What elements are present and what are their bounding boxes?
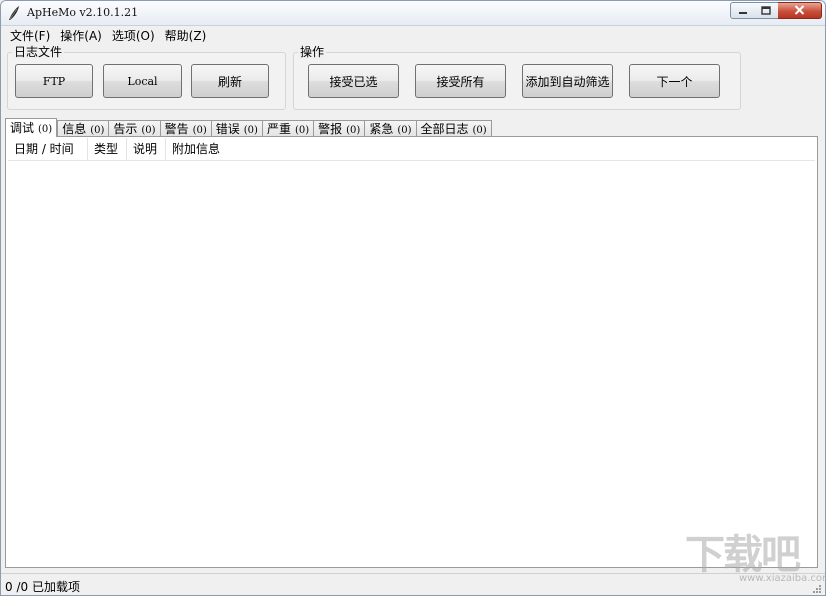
tab-label: 告示 [113,122,138,136]
refresh-button[interactable]: 刷新 [191,64,269,98]
log-list-panel: 日期 / 时间 类型 说明 附加信息 [5,136,818,568]
tab-count: (0) [346,125,361,136]
tab-count: (0) [294,125,310,136]
tab-label: 警告 [164,122,189,136]
tab-label: 全部日志 [420,122,469,136]
ftp-button[interactable]: FTP [15,64,93,98]
add-to-autofilter-button[interactable]: 添加到自动筛选 [522,64,613,98]
menu-bar: 文件(F) 操作(A) 选项(O) 帮助(Z) [1,26,825,46]
column-header-type[interactable]: 类型 [88,138,127,160]
tab-label: 错误 [215,122,240,136]
tab-label: 紧急 [369,122,394,136]
minimize-icon [738,4,748,18]
action-group: 操作 接受已选 接受所有 添加到自动筛选 下一个 [293,45,741,110]
tab-count: (0) [243,125,258,136]
column-header-description[interactable]: 说明 [127,138,166,160]
log-list-header: 日期 / 时间 类型 说明 附加信息 [8,138,815,161]
minimize-button[interactable] [730,2,755,19]
tab-count: (0) [90,125,105,136]
site-watermark: 下载吧 www.xiazaiba.com [685,532,825,593]
title-bar[interactable]: ApHeMo v2.10.1.21 [1,1,825,26]
tab-emergency[interactable]: 紧急 (0) [364,120,416,137]
maximize-icon [761,4,771,18]
tab-warning[interactable]: 警告 (0) [159,120,211,137]
log-file-group-label: 日志文件 [12,45,65,59]
log-file-group: 日志文件 FTP Local 刷新 [7,45,286,110]
column-header-extra-info[interactable]: 附加信息 [166,138,815,160]
menu-file[interactable]: 文件(F) [5,27,55,45]
watermark-url: www.xiazaiba.com [739,573,826,584]
menu-help[interactable]: 帮助(Z) [160,27,212,45]
status-loaded-count: 0 /0 已加载项 [5,580,80,594]
close-icon [794,4,805,18]
next-button[interactable]: 下一个 [629,64,720,98]
menu-action[interactable]: 操作(A) [55,27,107,45]
tab-label: 严重 [266,122,291,136]
tab-notice[interactable]: 告示 (0) [108,120,160,137]
action-group-label: 操作 [298,45,327,59]
tab-count: (0) [192,125,207,136]
menu-options[interactable]: 选项(O) [107,27,160,45]
tab-error[interactable]: 错误 (0) [210,120,262,137]
tab-label: 信息 [62,122,87,136]
tab-count: (0) [472,125,487,136]
accept-all-button[interactable]: 接受所有 [415,64,506,98]
watermark-logo: 下载吧 [685,532,801,578]
tab-label: 调试 [10,121,35,135]
tab-count: (0) [38,124,53,135]
tab-count: (0) [397,125,412,136]
maximize-button[interactable] [754,2,779,19]
log-list-body[interactable] [8,161,815,565]
close-button[interactable] [778,2,822,19]
window-title: ApHeMo v2.10.1.21 [27,6,139,19]
tab-critical[interactable]: 严重 (0) [261,120,314,137]
tab-label: 警报 [318,122,343,136]
tab-all-logs[interactable]: 全部日志 (0) [415,120,492,137]
app-window: ApHeMo v2.10.1.21 文件(F) 操作(A) 选项(O) 帮助(Z… [0,0,826,596]
feather-app-icon [7,5,21,21]
tab-alert[interactable]: 警报 (0) [313,120,365,137]
log-level-tabs: 调试 (0) 信息 (0) 告示 (0) 警告 (0) 错误 (0) 严重 (0) 警报 (0… [5,118,492,137]
tab-count: (0) [141,125,156,136]
tab-debug[interactable]: 调试 (0) [5,118,58,137]
column-header-datetime[interactable]: 日期 / 时间 [8,138,88,160]
tab-info[interactable]: 信息 (0) [57,120,109,137]
accept-selected-button[interactable]: 接受已选 [308,64,399,98]
local-button[interactable]: Local [103,64,182,98]
